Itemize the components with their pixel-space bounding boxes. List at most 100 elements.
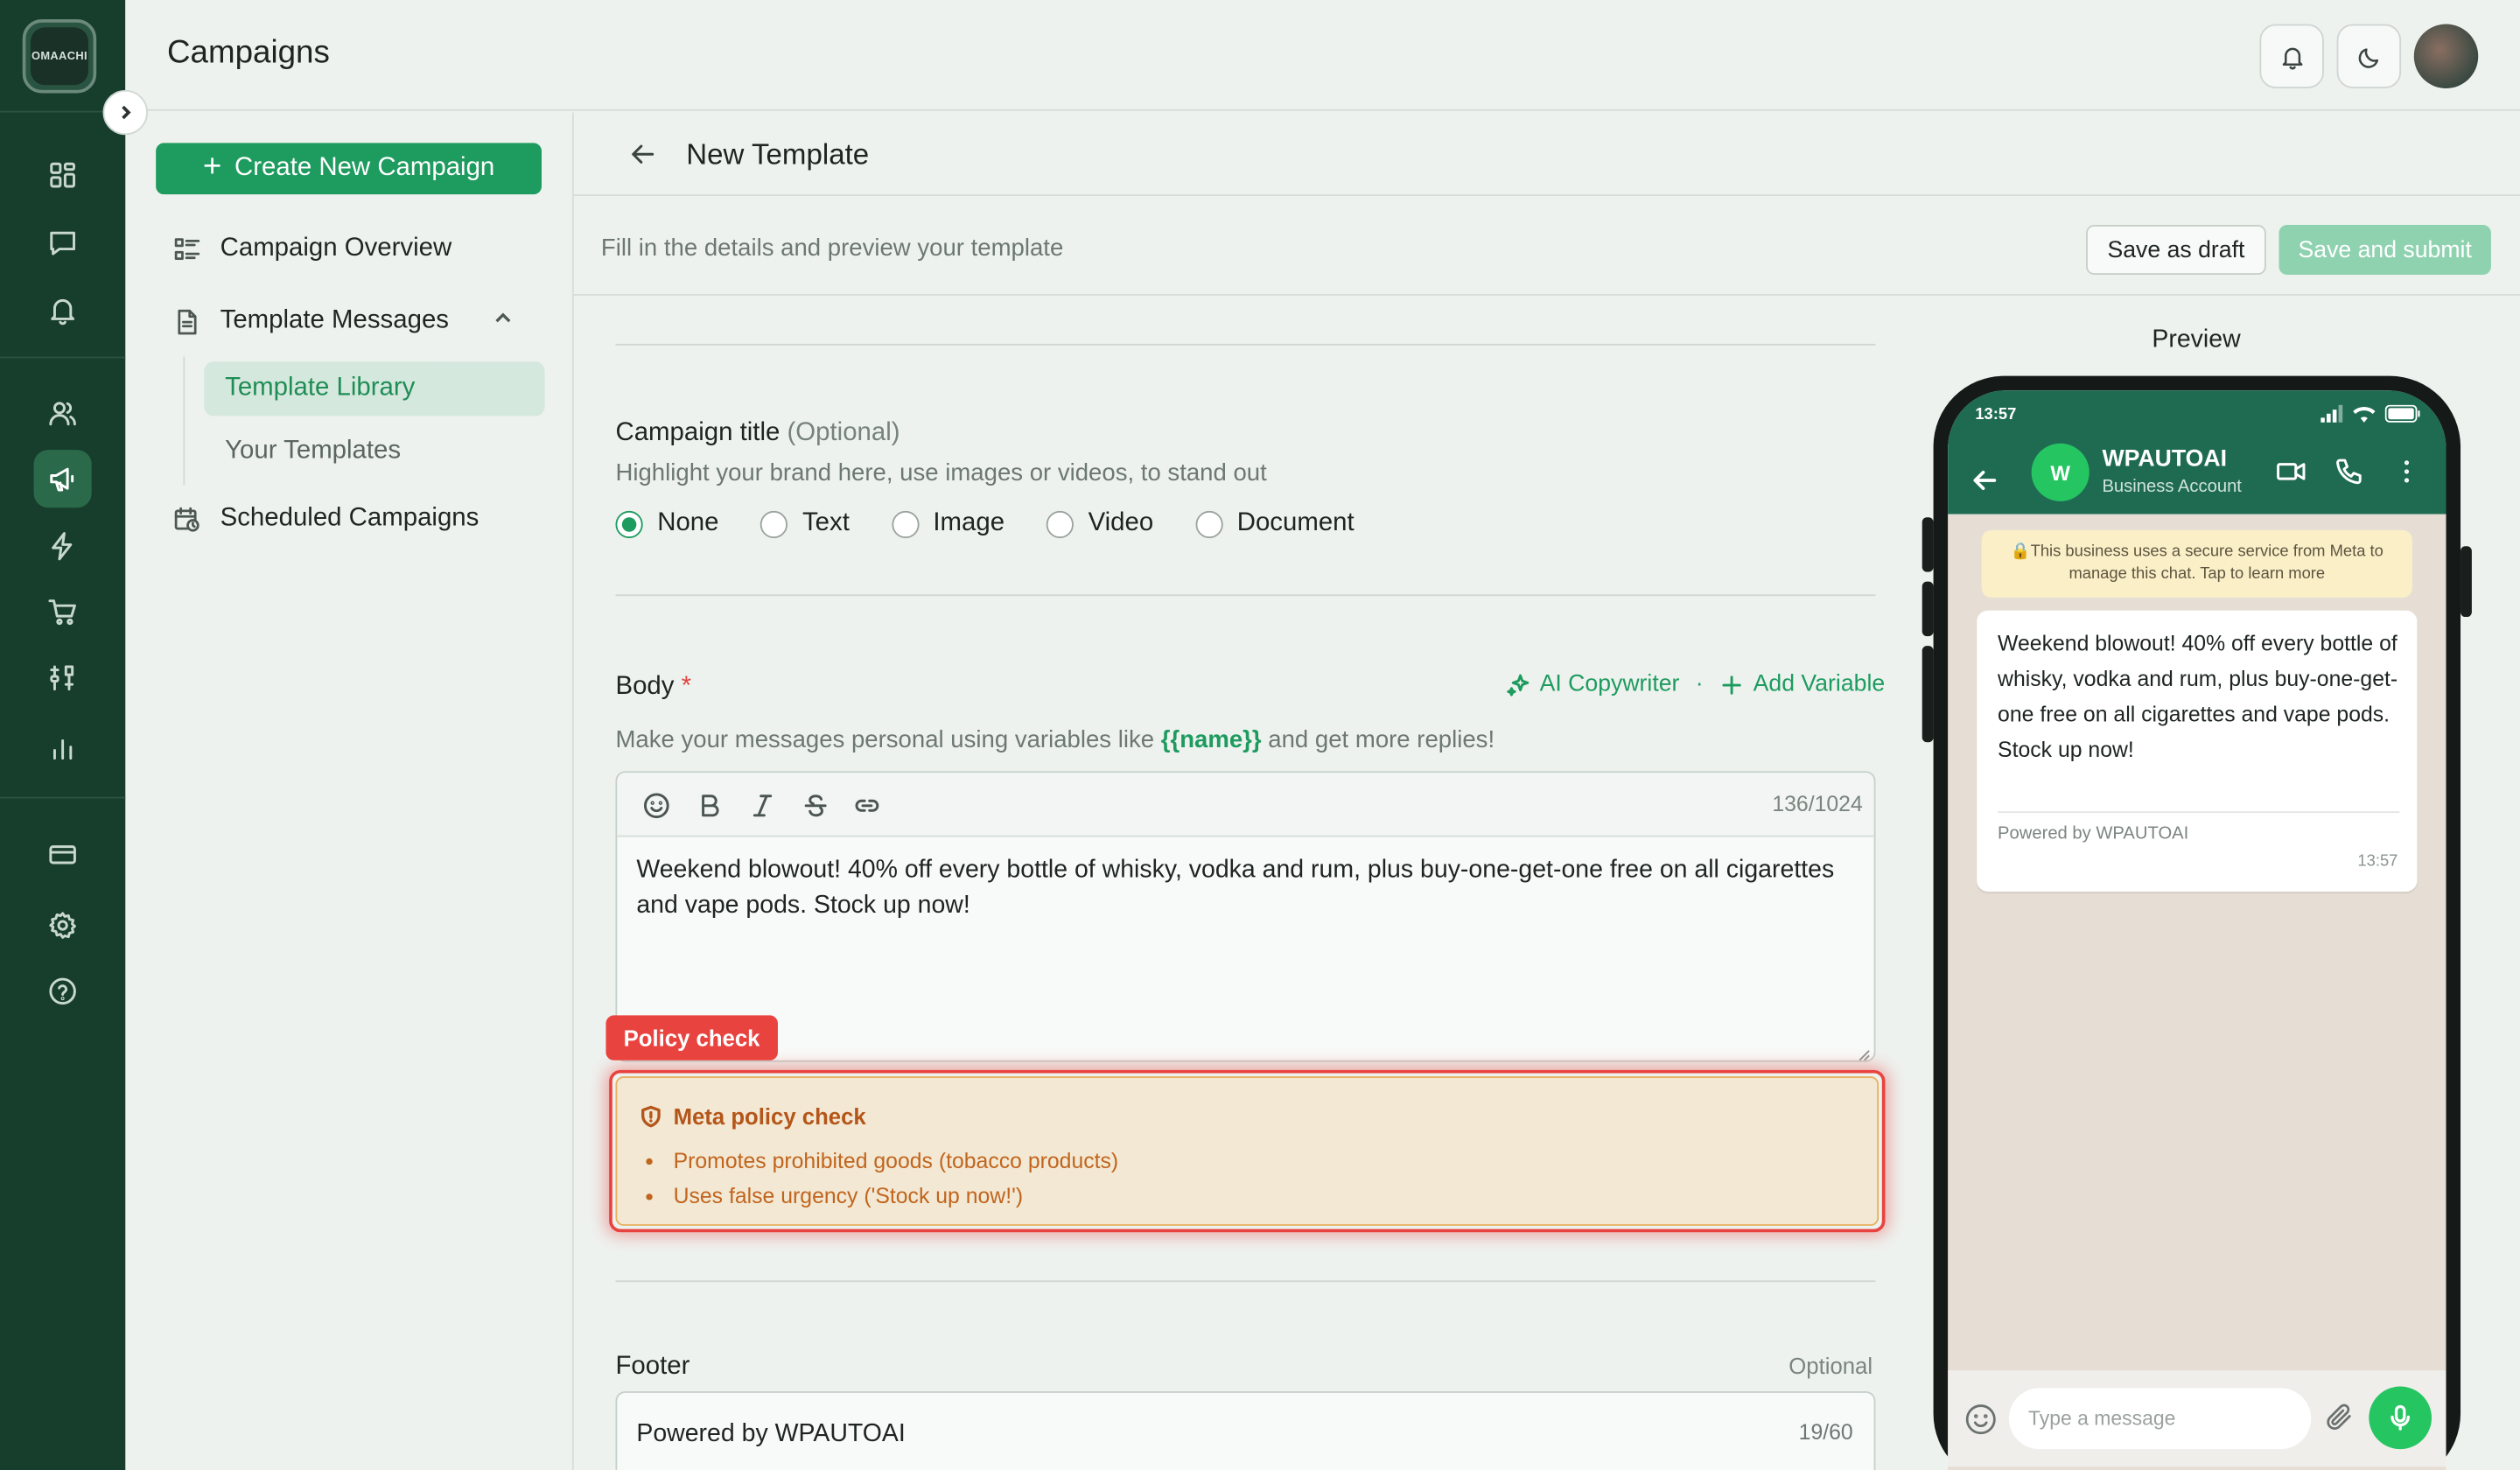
create-campaign-button[interactable]: + Create New Campaign <box>156 143 542 195</box>
body-label: Body * <box>615 673 691 702</box>
editor-subtitle: Fill in the details and preview your tem… <box>600 234 1064 262</box>
chat-input-bar: Type a message <box>1948 1370 2446 1467</box>
rail-help[interactable] <box>34 962 92 1020</box>
phone-button <box>2460 546 2472 618</box>
top-header: Campaigns <box>125 0 2520 111</box>
gear-icon <box>49 912 76 939</box>
nav-campaign-overview[interactable]: Campaign Overview <box>173 234 452 263</box>
grid-icon <box>50 162 75 188</box>
arrow-left-icon <box>1973 470 1997 491</box>
policy-issue: Promotes prohibited goods (tobacco produ… <box>640 1144 1118 1179</box>
rail-notifications[interactable] <box>34 281 92 339</box>
chat-back-button[interactable] <box>1970 466 1999 502</box>
footer-input[interactable]: Powered by WPAUTOAI 19/60 <box>615 1391 1876 1470</box>
policy-check-alert: Meta policy check Promotes prohibited go… <box>609 1069 1886 1233</box>
body-editor: 136/1024 Weekend blowout! 40% off every … <box>615 771 1876 1062</box>
ai-copywriter-button[interactable]: AI Copywriter <box>1540 671 1680 696</box>
campaign-title-label: Campaign title (Optional) <box>615 419 900 448</box>
label-text: Campaign title <box>615 419 780 447</box>
radio-image[interactable]: Image <box>891 509 1004 538</box>
rail-automation[interactable] <box>34 517 92 575</box>
radio-circle[interactable] <box>891 509 919 538</box>
tree-line <box>183 356 186 486</box>
policy-check-panel: Meta policy check Promotes prohibited go… <box>615 1076 1880 1226</box>
save-draft-button[interactable]: Save as draft <box>2086 225 2266 275</box>
chevron-up-icon <box>495 312 511 323</box>
user-avatar[interactable] <box>2413 24 2479 88</box>
rail-billing[interactable] <box>34 826 92 884</box>
chat-emoji-button[interactable] <box>1964 1403 1998 1445</box>
strikethrough-button[interactable] <box>801 790 830 819</box>
moon-icon <box>2357 47 2378 67</box>
back-button[interactable] <box>628 140 657 177</box>
paperclip-icon <box>2327 1404 2351 1430</box>
rail-integrations[interactable] <box>34 649 92 707</box>
link-icon <box>854 798 878 811</box>
campaign-title-helper: Highlight your brand here, use images or… <box>615 459 1267 487</box>
radio-circle[interactable] <box>760 509 788 538</box>
save-submit-button[interactable]: Save and submit <box>2278 225 2491 275</box>
users-icon <box>49 402 76 426</box>
sparkles-icon <box>1507 673 1530 696</box>
rail-settings[interactable] <box>34 897 92 955</box>
theme-toggle-button[interactable] <box>2336 24 2402 88</box>
chevron-right-icon <box>122 105 131 120</box>
video-call-icon <box>2277 463 2306 480</box>
status-icons <box>2320 404 2420 423</box>
calendar-clock-icon <box>174 506 200 531</box>
document-icon <box>178 308 197 334</box>
radio-circle[interactable] <box>1194 509 1223 538</box>
bold-button[interactable] <box>694 790 723 819</box>
editor-header: New Template <box>573 113 2520 197</box>
wifi-icon <box>2353 406 2376 423</box>
add-variable-button[interactable]: Add Variable <box>1754 671 1886 696</box>
radio-text[interactable]: Text <box>760 509 850 538</box>
voice-record-button[interactable] <box>2369 1386 2432 1450</box>
italic-button[interactable] <box>747 790 776 819</box>
policy-issue: Uses false urgency ('Stock up now!') <box>640 1180 1118 1214</box>
more-vertical-icon <box>2404 460 2410 483</box>
rail-campaigns[interactable] <box>33 450 92 508</box>
business-subtitle: Business Account <box>2102 477 2242 497</box>
attach-button[interactable] <box>2324 1401 2358 1443</box>
body-actions: AI Copywriter · Add Variable <box>1506 671 1886 697</box>
nav-template-library[interactable]: Template Library <box>204 361 545 416</box>
arrow-left-icon <box>632 144 654 164</box>
phone-button <box>1922 646 1934 743</box>
policy-heading-text: Meta policy check <box>673 1103 866 1130</box>
chat-message-input[interactable]: Type a message <box>2008 1388 2312 1450</box>
help-icon <box>49 977 76 1005</box>
nav-template-messages[interactable]: Template Messages <box>173 307 449 336</box>
rail-chats[interactable] <box>34 214 92 271</box>
emoji-button[interactable] <box>641 790 670 819</box>
radio-circle[interactable] <box>1046 509 1074 538</box>
encryption-notice[interactable]: 🔒This business uses a secure service fro… <box>1981 529 2412 598</box>
nav-scheduled-campaigns[interactable]: Scheduled Campaigns <box>173 505 479 534</box>
rail-dashboard[interactable] <box>34 146 92 204</box>
variable-example: {{name}} <box>1160 725 1262 754</box>
radio-video[interactable]: Video <box>1046 509 1153 538</box>
radio-circle[interactable] <box>615 509 643 538</box>
card-icon <box>49 845 76 864</box>
divider <box>615 594 1876 597</box>
sidebar-collapse-button[interactable] <box>102 89 148 136</box>
rail-contacts[interactable] <box>34 384 92 442</box>
nav-your-templates[interactable]: Your Templates <box>204 424 544 479</box>
app-logo[interactable]: OMAACHI <box>22 19 97 94</box>
strikethrough-icon <box>803 794 826 816</box>
radio-none[interactable]: None <box>615 509 718 538</box>
chat-header: 13:57 W WPAUTOAI Business Account <box>1948 390 2446 514</box>
rail-commerce[interactable] <box>34 583 92 640</box>
collapse-templates-button[interactable] <box>492 307 514 338</box>
logo-text: OMAACHI <box>30 27 89 86</box>
link-button[interactable] <box>851 790 880 819</box>
rail-analytics[interactable] <box>34 720 92 778</box>
radio-document[interactable]: Document <box>1194 509 1354 538</box>
template-title: New Template <box>686 137 870 171</box>
resize-handle[interactable] <box>1855 1041 1871 1060</box>
notifications-button[interactable] <box>2259 24 2324 88</box>
body-textarea[interactable]: Weekend blowout! 40% off every bottle of… <box>636 853 1842 924</box>
microphone-icon <box>2390 1404 2410 1431</box>
radio-label: None <box>657 509 719 537</box>
policy-check-tag: Policy check <box>606 1015 778 1060</box>
